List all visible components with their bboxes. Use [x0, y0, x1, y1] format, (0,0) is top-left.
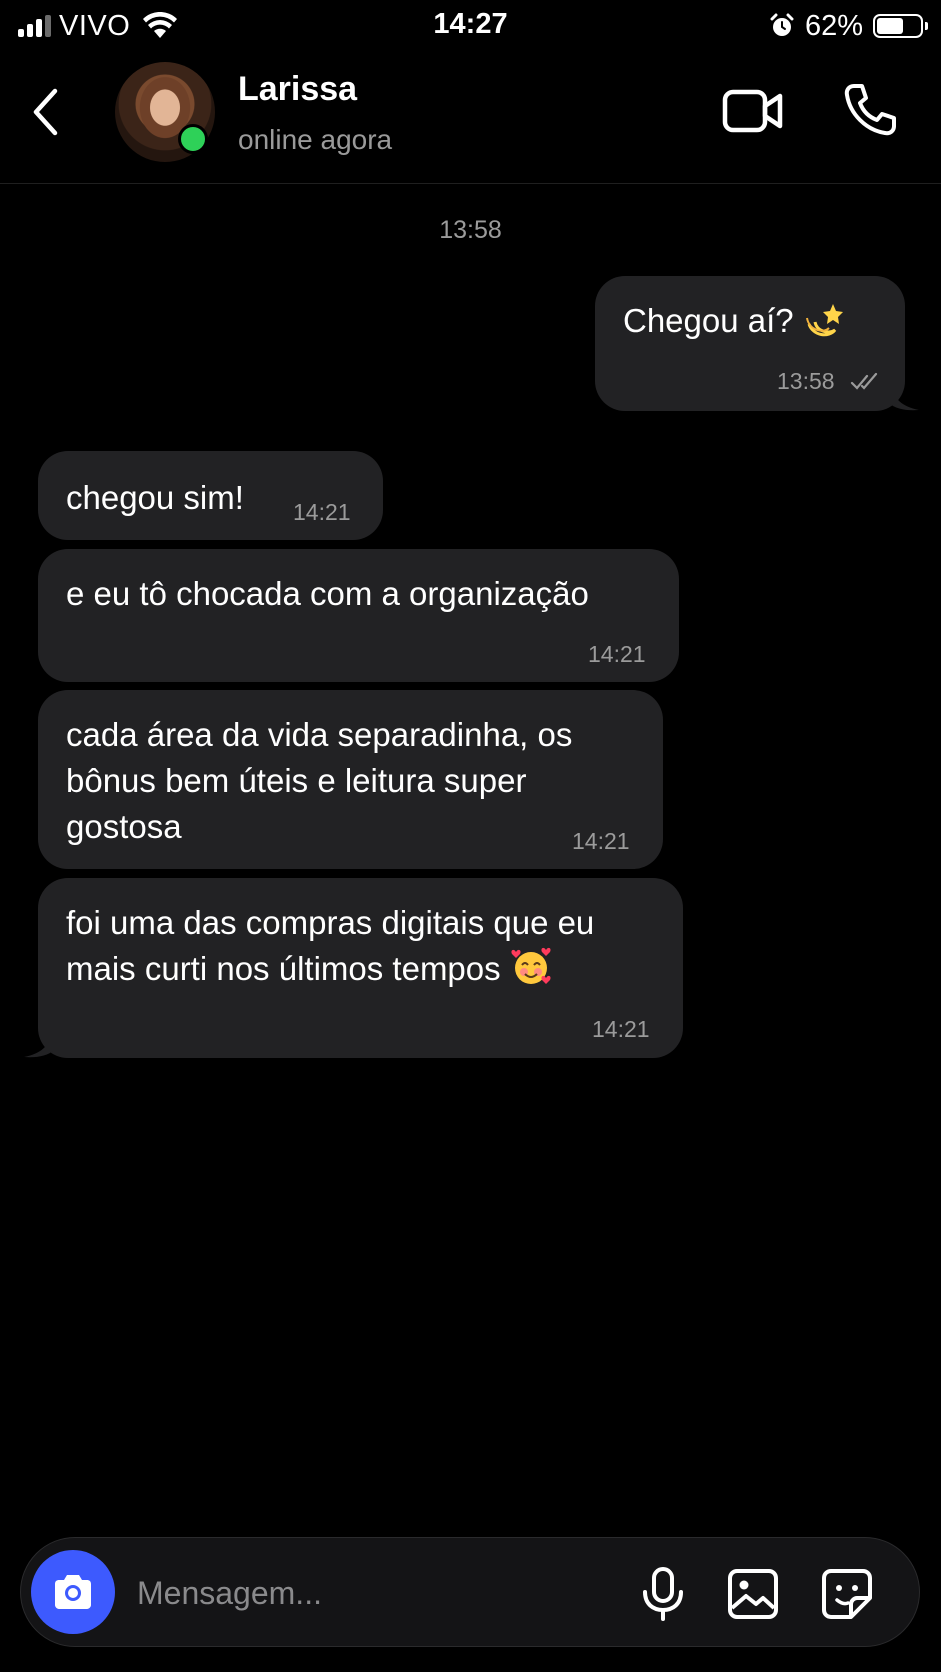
image-icon	[728, 1569, 778, 1619]
back-button[interactable]	[20, 82, 70, 142]
double-check-icon	[850, 372, 878, 390]
message-time: 13:58	[777, 368, 835, 394]
battery-percent: 62%	[804, 9, 863, 42]
message-input[interactable]	[137, 1568, 577, 1618]
sticker-button[interactable]	[821, 1568, 873, 1620]
date-separator: 13:58	[439, 216, 502, 244]
camera-button[interactable]	[31, 1550, 115, 1634]
voice-call-button[interactable]	[842, 82, 898, 138]
message-time: 14:21	[588, 641, 646, 667]
message-text-content: Chegou aí?	[623, 302, 794, 339]
message-incoming[interactable]: chegou sim! 14:21	[38, 451, 383, 540]
status-right: 62%	[769, 9, 928, 42]
sticker-icon	[822, 1569, 872, 1619]
bubble-tail	[889, 383, 919, 411]
online-indicator	[178, 124, 208, 154]
message-text: e eu tô chocada com a organização	[66, 575, 589, 612]
battery-fill	[877, 18, 904, 34]
microphone-icon	[643, 1567, 683, 1621]
message-time: 14:21	[572, 828, 630, 854]
message-text: chegou sim!	[66, 479, 244, 516]
message-text: cada área da vida separadinha, os bônus …	[66, 716, 573, 845]
gallery-button[interactable]	[727, 1568, 779, 1620]
smiling-face-with-hearts-emoji-icon	[510, 946, 552, 988]
video-camera-icon	[722, 89, 783, 133]
chat-screen: VIVO 14:27 62% Larissa online agora 13:5…	[0, 0, 941, 1672]
camera-icon	[55, 1575, 91, 1609]
chevron-left-icon	[33, 88, 58, 136]
battery-tip	[925, 22, 928, 30]
message-text: foi uma das compras digitais que eu mais…	[66, 900, 666, 992]
message-outgoing[interactable]: Chegou aí? 13:58	[595, 276, 919, 411]
phone-icon	[844, 84, 896, 136]
message-incoming[interactable]: foi uma das compras digitais que eu mais…	[24, 878, 683, 1058]
bubble-tail	[24, 1030, 54, 1058]
contact-name[interactable]: Larissa	[238, 70, 357, 109]
microphone-button[interactable]	[639, 1566, 687, 1622]
message-incoming[interactable]: e eu tô chocada com a organização 14:21	[38, 549, 679, 682]
message-composer	[20, 1537, 920, 1647]
message-incoming[interactable]: cada área da vida separadinha, os bônus …	[38, 690, 663, 869]
video-call-button[interactable]	[722, 86, 784, 136]
dizzy-emoji-icon	[803, 298, 845, 340]
battery-icon	[873, 14, 928, 38]
alarm-icon	[770, 13, 794, 36]
chat-header: Larissa online agora	[0, 52, 941, 184]
message-time: 14:21	[592, 1016, 650, 1042]
contact-status: online agora	[238, 124, 393, 155]
message-time: 14:21	[293, 499, 351, 525]
status-bar: VIVO 14:27 62%	[0, 0, 941, 52]
message-text: Chegou aí?	[623, 298, 845, 344]
